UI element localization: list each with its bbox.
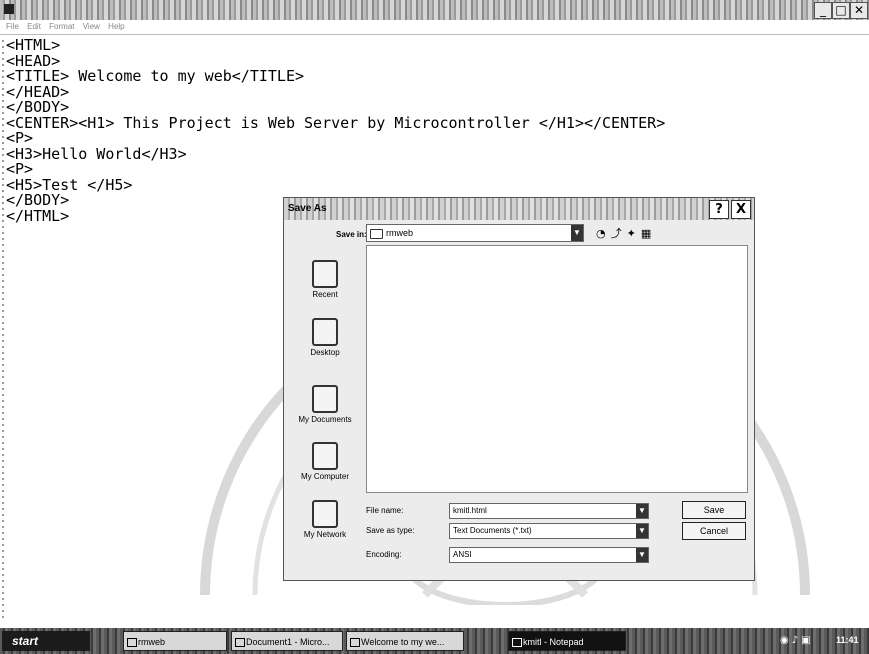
taskbar: start rmweb Document1 - Micro... Welcome…: [0, 628, 869, 654]
volume-icon[interactable]: ♪: [792, 635, 801, 646]
file-name-input[interactable]: kmitl.html ▼: [449, 503, 649, 519]
chevron-down-icon[interactable]: ▼: [636, 504, 648, 518]
task-document1-label: Document1 - Micro...: [246, 637, 330, 647]
cancel-button[interactable]: Cancel: [682, 522, 746, 540]
file-list[interactable]: [366, 245, 748, 493]
place-my-network[interactable]: My Network: [290, 500, 360, 539]
up-folder-icon[interactable]: ⤴: [611, 227, 627, 240]
my-documents-icon: [312, 385, 338, 413]
place-my-computer[interactable]: My Computer: [290, 442, 360, 481]
place-my-documents-label: My Documents: [298, 415, 352, 424]
desktop-icon: [312, 318, 338, 346]
place-my-network-label: My Network: [303, 530, 347, 539]
file-name-label: File name:: [366, 506, 404, 515]
network-icon[interactable]: ◉: [780, 635, 792, 646]
menu-format[interactable]: Format: [49, 22, 74, 31]
dialog-close-button[interactable]: X: [731, 200, 751, 219]
menu-bar: File Edit Format View Help: [0, 22, 869, 35]
chevron-down-icon[interactable]: ▼: [636, 548, 648, 562]
system-tray: ◉♪▣: [780, 635, 814, 646]
encoding-label: Encoding:: [366, 550, 402, 559]
encoding-select[interactable]: ANSI ▼: [449, 547, 649, 563]
task-welcome-label: Welcome to my we...: [361, 637, 445, 647]
dialog-toolbar: ◔⤴✦▦: [596, 225, 656, 241]
title-bar: _ □ ✕: [0, 0, 869, 20]
dialog-title-bar: Save As ? X: [284, 198, 754, 220]
start-button[interactable]: start: [2, 631, 90, 651]
notepad-icon: [4, 4, 14, 14]
save-button[interactable]: Save: [682, 501, 746, 519]
view-menu-icon[interactable]: ▦: [641, 227, 656, 240]
place-my-documents[interactable]: My Documents: [290, 385, 360, 424]
minimize-button[interactable]: _: [814, 2, 832, 19]
folder-icon: [370, 228, 383, 239]
clock[interactable]: 11:41: [836, 635, 859, 645]
my-network-icon: [312, 500, 338, 528]
recent-icon: [312, 260, 338, 288]
save-type-value: Text Documents (*.txt): [453, 526, 532, 535]
save-type-select[interactable]: Text Documents (*.txt) ▼: [449, 523, 649, 539]
task-rmweb-label: rmweb: [138, 637, 166, 647]
task-rmweb[interactable]: rmweb: [123, 631, 227, 651]
word-icon: [235, 638, 245, 647]
menu-help[interactable]: Help: [108, 22, 124, 31]
task-welcome-browser[interactable]: Welcome to my we...: [346, 631, 464, 651]
place-desktop-label: Desktop: [310, 348, 340, 357]
encoding-value: ANSI: [453, 550, 472, 559]
editor-left-edge: [2, 40, 4, 620]
save-in-label: Save in:: [336, 230, 367, 239]
dialog-help-button[interactable]: ?: [709, 200, 729, 219]
place-desktop[interactable]: Desktop: [290, 318, 360, 357]
my-computer-icon: [312, 442, 338, 470]
back-icon[interactable]: ◔: [596, 227, 611, 240]
save-in-select[interactable]: rmweb ▼: [366, 224, 584, 242]
menu-view[interactable]: View: [83, 22, 100, 31]
notepad-icon: [512, 638, 522, 647]
task-kmitl-label: kmitl - Notepad: [523, 637, 584, 647]
task-kmitl-notepad[interactable]: kmitl - Notepad: [508, 631, 626, 651]
save-type-label: Save as type:: [366, 526, 415, 535]
place-recent[interactable]: Recent: [290, 260, 360, 299]
dialog-title: Save As: [288, 203, 327, 214]
close-button[interactable]: ✕: [850, 2, 868, 19]
file-name-value: kmitl.html: [453, 506, 487, 515]
chevron-down-icon[interactable]: ▼: [571, 225, 583, 241]
save-as-dialog: Save As ? X Save in: rmweb ▼ ◔⤴✦▦ Recent…: [283, 197, 755, 581]
new-folder-icon[interactable]: ✦: [627, 227, 641, 240]
tray-app-icon[interactable]: ▣: [801, 635, 813, 646]
menu-file[interactable]: File: [6, 22, 19, 31]
place-recent-label: Recent: [312, 290, 338, 299]
place-my-computer-label: My Computer: [300, 472, 349, 481]
browser-icon: [350, 638, 360, 647]
task-document1[interactable]: Document1 - Micro...: [231, 631, 343, 651]
maximize-button[interactable]: □: [832, 2, 850, 19]
save-in-value: rmweb: [386, 228, 414, 238]
chevron-down-icon[interactable]: ▼: [636, 524, 648, 538]
folder-icon: [127, 638, 137, 647]
menu-edit[interactable]: Edit: [27, 22, 41, 31]
